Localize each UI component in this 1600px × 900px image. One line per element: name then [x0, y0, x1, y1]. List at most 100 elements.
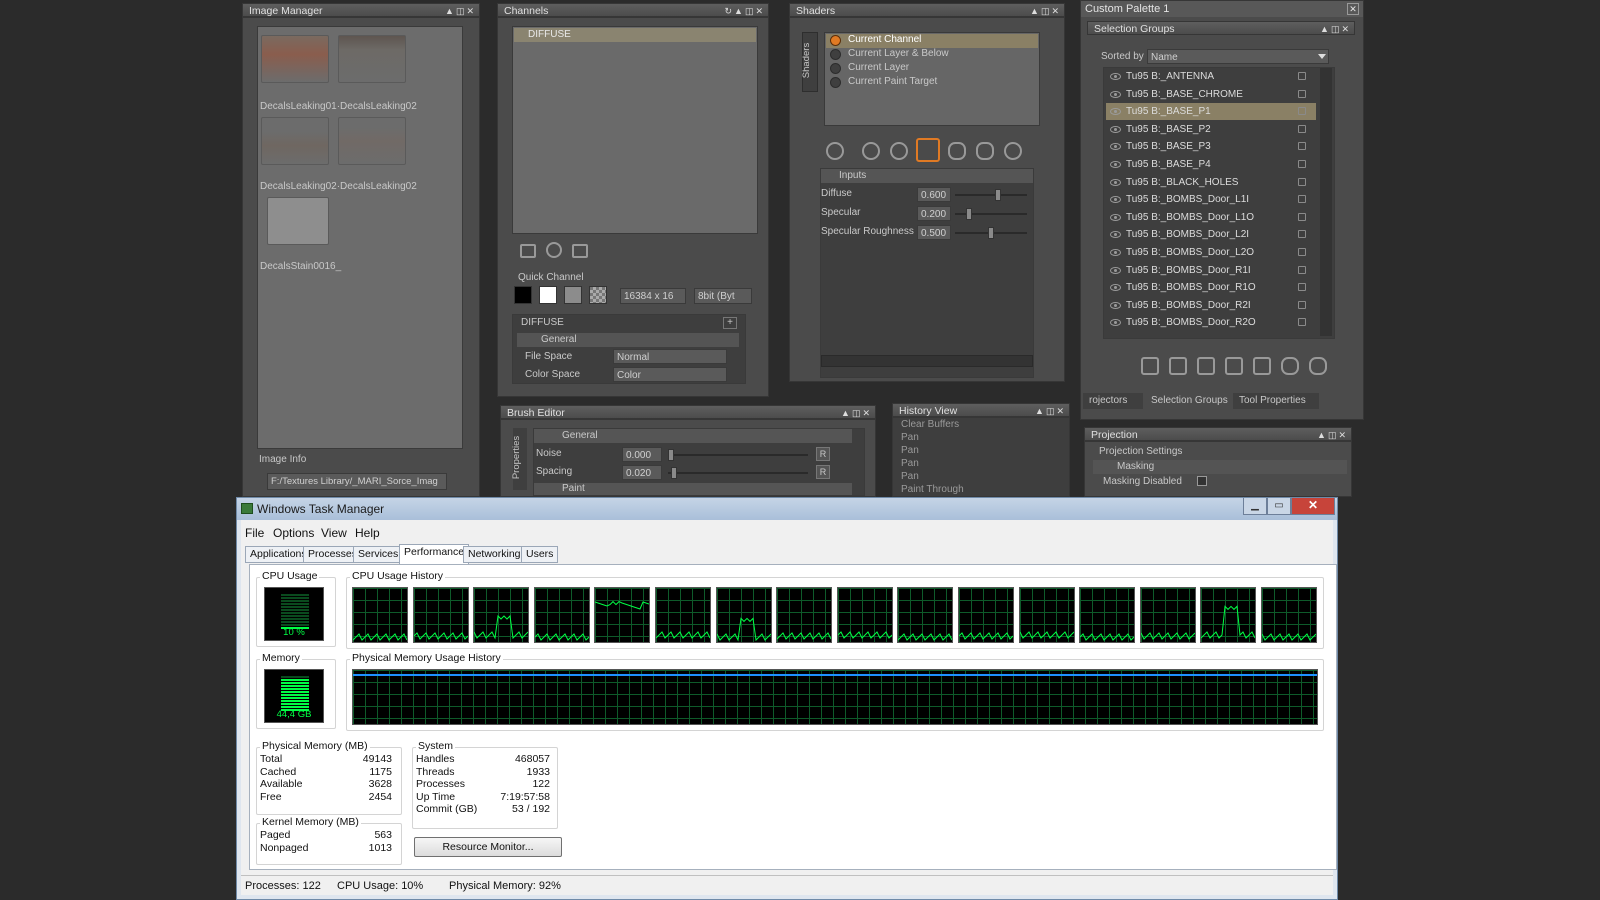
- channel-depth-select[interactable]: 8bit (Byt: [694, 288, 752, 304]
- channel-size-select[interactable]: 16384 x 16: [620, 288, 686, 304]
- active-shader-icon[interactable]: [916, 138, 940, 162]
- history-item[interactable]: Pan: [901, 445, 919, 456]
- shader-settings-icon[interactable]: [1004, 142, 1022, 160]
- brush-param-slider-knob[interactable]: [670, 467, 677, 479]
- lock-icon[interactable]: [1298, 160, 1306, 168]
- sg-unlock-icon[interactable]: [1253, 357, 1271, 375]
- lock-icon[interactable]: [1298, 177, 1306, 186]
- maximize-button[interactable]: ▭: [1267, 498, 1291, 515]
- selection-group-row[interactable]: Tu95 B:_BOMBS_Door_L2I: [1106, 226, 1316, 243]
- visibility-eye-icon[interactable]: [1110, 231, 1121, 239]
- selection-group-row[interactable]: Tu95 B:_ANTENNA: [1106, 68, 1316, 85]
- selection-group-row[interactable]: Tu95 B:_BOMBS_Door_R2I: [1106, 297, 1316, 314]
- props-add-button[interactable]: +: [723, 317, 737, 329]
- sorted-by-select[interactable]: Name: [1147, 49, 1329, 64]
- visibility-eye-icon[interactable]: [1110, 213, 1121, 221]
- panel-buttons-icon[interactable]: ▲◫✕: [1030, 4, 1061, 18]
- swatch-checker[interactable]: [589, 286, 607, 304]
- visibility-eye-icon[interactable]: [1110, 266, 1121, 274]
- brush-param-slider[interactable]: [668, 472, 808, 474]
- add-shader-icon[interactable]: [826, 142, 844, 160]
- thumbnail-4[interactable]: [338, 117, 406, 165]
- channel-remove-icon[interactable]: [572, 244, 588, 258]
- option-current-channel[interactable]: Current Channel: [826, 34, 1038, 48]
- option-current-layer-below[interactable]: Current Layer & Below: [826, 48, 1038, 62]
- visibility-eye-icon[interactable]: [1110, 143, 1121, 151]
- brush-param-value[interactable]: 0.000: [622, 447, 662, 462]
- swatch-black[interactable]: [514, 286, 532, 304]
- image-path-field[interactable]: F:/Textures Library/_MARI_Sorce_Imag: [267, 473, 447, 490]
- lock-icon[interactable]: [1298, 265, 1306, 274]
- visibility-eye-icon[interactable]: [1110, 161, 1121, 168]
- resource-monitor-button[interactable]: Resource Monitor...: [414, 837, 562, 857]
- visibility-eye-icon[interactable]: [1110, 108, 1121, 116]
- sg-show-icon[interactable]: [1309, 357, 1327, 375]
- panel-buttons-icon[interactable]: ↻▲◫✕: [725, 4, 766, 18]
- menu-view[interactable]: View: [321, 526, 347, 540]
- tab-networking[interactable]: Networking: [463, 546, 526, 563]
- sg-add-icon[interactable]: [1141, 357, 1159, 375]
- remove-shader-icon[interactable]: [890, 142, 908, 160]
- properties-side-tab[interactable]: Properties: [511, 428, 527, 490]
- visibility-eye-icon[interactable]: [1110, 73, 1121, 80]
- visibility-eye-icon[interactable]: [1110, 284, 1121, 292]
- lock-icon[interactable]: [1298, 283, 1306, 292]
- selection-group-row[interactable]: Tu95 B:_BLACK_HOLES: [1106, 174, 1316, 191]
- panel-buttons-icon[interactable]: ▲◫✕: [445, 4, 476, 18]
- visibility-eye-icon[interactable]: [1110, 125, 1121, 133]
- inputs-header[interactable]: Inputs: [821, 169, 1033, 183]
- selection-group-row[interactable]: Tu95 B:_BASE_P3: [1106, 138, 1316, 155]
- history-item[interactable]: Pan: [901, 458, 919, 469]
- palette-close-icon[interactable]: ✕: [1347, 3, 1359, 15]
- selection-group-row[interactable]: Tu95 B:_BOMBS_Door_R1I: [1106, 262, 1316, 279]
- lock-icon[interactable]: [1298, 212, 1306, 221]
- selection-group-row[interactable]: Tu95 B:_BOMBS_Door_L1O: [1106, 209, 1316, 226]
- shader-param-slider-knob[interactable]: [988, 227, 994, 239]
- palette-titlebar[interactable]: Custom Palette 1 ✕: [1081, 1, 1363, 17]
- sg-select-icon[interactable]: [1197, 357, 1215, 375]
- selection-group-row[interactable]: Tu95 B:_BOMBS_Door_R1O: [1106, 279, 1316, 296]
- panel-buttons-icon[interactable]: ▲◫✕: [1035, 404, 1066, 418]
- shader-param-slider-knob[interactable]: [995, 189, 1002, 201]
- minimize-button[interactable]: ▁: [1243, 498, 1267, 515]
- lock-icon[interactable]: [1298, 89, 1306, 98]
- paint-header[interactable]: Paint: [534, 483, 852, 495]
- panel-buttons-icon[interactable]: ▲◫✕: [841, 406, 872, 420]
- brush-param-slider-knob[interactable]: [668, 449, 674, 461]
- brush-editor-titlebar[interactable]: Brush Editor ▲◫✕: [500, 405, 876, 419]
- task-manager-titlebar[interactable]: Windows Task Manager ▁ ▭ ✕: [237, 498, 1337, 520]
- selection-group-row[interactable]: Tu95 B:_BASE_P1: [1106, 103, 1316, 121]
- thumbnail-1[interactable]: [261, 35, 329, 83]
- selection-group-row[interactable]: Tu95 B:_BASE_P4: [1106, 156, 1316, 173]
- brush-param-value[interactable]: 0.020: [622, 465, 662, 480]
- selection-groups-titlebar[interactable]: Selection Groups ▲◫✕: [1087, 21, 1355, 35]
- reset-button[interactable]: R: [816, 465, 830, 479]
- lock-icon[interactable]: [1298, 124, 1306, 133]
- shader-eye-icon[interactable]: [948, 142, 966, 160]
- history-item[interactable]: Pan: [901, 432, 919, 443]
- visibility-eye-icon[interactable]: [1110, 301, 1121, 309]
- channel-refresh-icon[interactable]: [546, 242, 562, 258]
- channels-titlebar[interactable]: Channels ↻▲◫✕: [497, 3, 769, 17]
- masking-header[interactable]: Masking: [1093, 460, 1347, 474]
- masking-disabled-checkbox[interactable]: [1197, 476, 1207, 486]
- tab-performance[interactable]: Performance: [399, 544, 470, 564]
- thumbnail-2[interactable]: [338, 35, 406, 83]
- shaders-side-tab[interactable]: Shaders: [801, 32, 818, 92]
- lock-icon[interactable]: [1298, 300, 1306, 309]
- palette-tab-tool-properties[interactable]: Tool Properties: [1233, 393, 1319, 409]
- lock-icon[interactable]: [1298, 107, 1306, 116]
- lock-icon[interactable]: [1298, 230, 1306, 239]
- shader-layers-icon[interactable]: [862, 142, 880, 160]
- reset-button[interactable]: R: [816, 447, 830, 461]
- lock-icon[interactable]: [1298, 195, 1306, 204]
- sg-remove-icon[interactable]: [1169, 357, 1187, 375]
- projection-titlebar[interactable]: Projection ▲◫✕: [1084, 427, 1352, 441]
- menu-file[interactable]: File: [245, 526, 264, 540]
- channel-row-diffuse[interactable]: DIFFUSE: [514, 28, 756, 42]
- tab-services[interactable]: Services: [353, 546, 404, 563]
- shader-param-slider[interactable]: [955, 194, 1027, 196]
- visibility-eye-icon[interactable]: [1110, 196, 1121, 204]
- selection-group-row[interactable]: Tu95 B:_BASE_P2: [1106, 121, 1316, 138]
- shader-param-value[interactable]: 0.200: [917, 206, 951, 221]
